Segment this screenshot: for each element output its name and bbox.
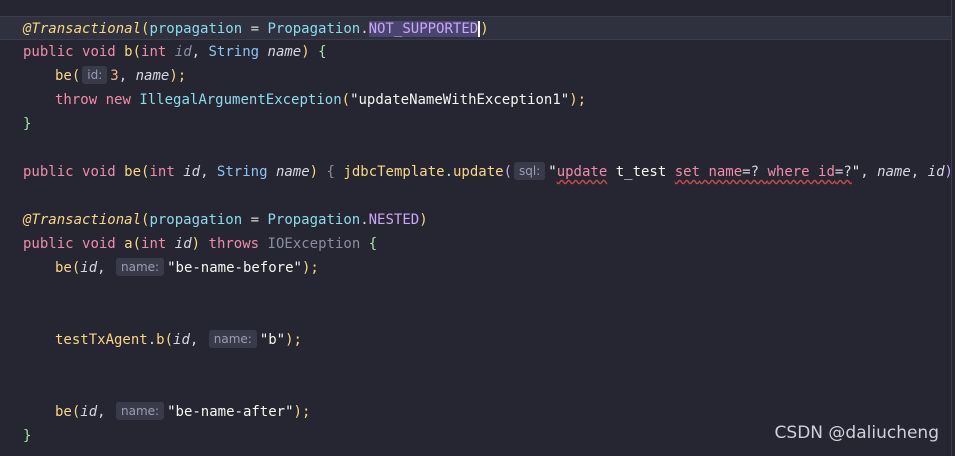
- parameter-hint: name:: [116, 258, 165, 276]
- code-line-5[interactable]: }: [23, 112, 31, 136]
- parameter-hint: name:: [116, 402, 165, 420]
- method-name-be: be: [124, 164, 142, 180]
- parameter-hint: name:: [208, 330, 257, 348]
- annotation-transactional: @Transactional: [23, 212, 142, 228]
- code-line-3[interactable]: be(id: 3, name);: [55, 64, 186, 88]
- parameter-hint: id:: [82, 66, 108, 84]
- code-line-18[interactable]: }: [23, 424, 31, 448]
- annotation-transactional: @Transactional: [23, 21, 142, 37]
- code-line-11[interactable]: be(id, name: "be-name-before");: [55, 256, 319, 280]
- code-line-2[interactable]: public void b(int id, String name) {: [23, 40, 327, 64]
- watermark: CSDN @daliucheng: [774, 423, 939, 443]
- method-name-b: b: [124, 44, 133, 60]
- code-line-7[interactable]: public void be(int id, String name) { jd…: [23, 160, 955, 184]
- code-line-9[interactable]: @Transactional(propagation = Propagation…: [23, 208, 428, 232]
- selected-enum-value[interactable]: NOT_SUPPORTED: [368, 21, 481, 37]
- code-editor[interactable]: @Transactional(propagation = Propagation…: [0, 0, 955, 456]
- method-name-a: a: [124, 236, 133, 252]
- code-line-10[interactable]: public void a(int id) throws IOException…: [23, 232, 377, 256]
- code-line-1[interactable]: @Transactional(propagation = Propagation…: [0, 16, 951, 40]
- code-line-14[interactable]: testTxAgent.b(id, name: "b");: [55, 328, 302, 352]
- code-line-17[interactable]: be(id, name: "be-name-after");: [55, 400, 310, 424]
- right-margin-guide: [951, 0, 952, 456]
- parameter-hint: sql:: [514, 162, 546, 180]
- code-line-4[interactable]: throw new IllegalArgumentException("upda…: [55, 88, 586, 112]
